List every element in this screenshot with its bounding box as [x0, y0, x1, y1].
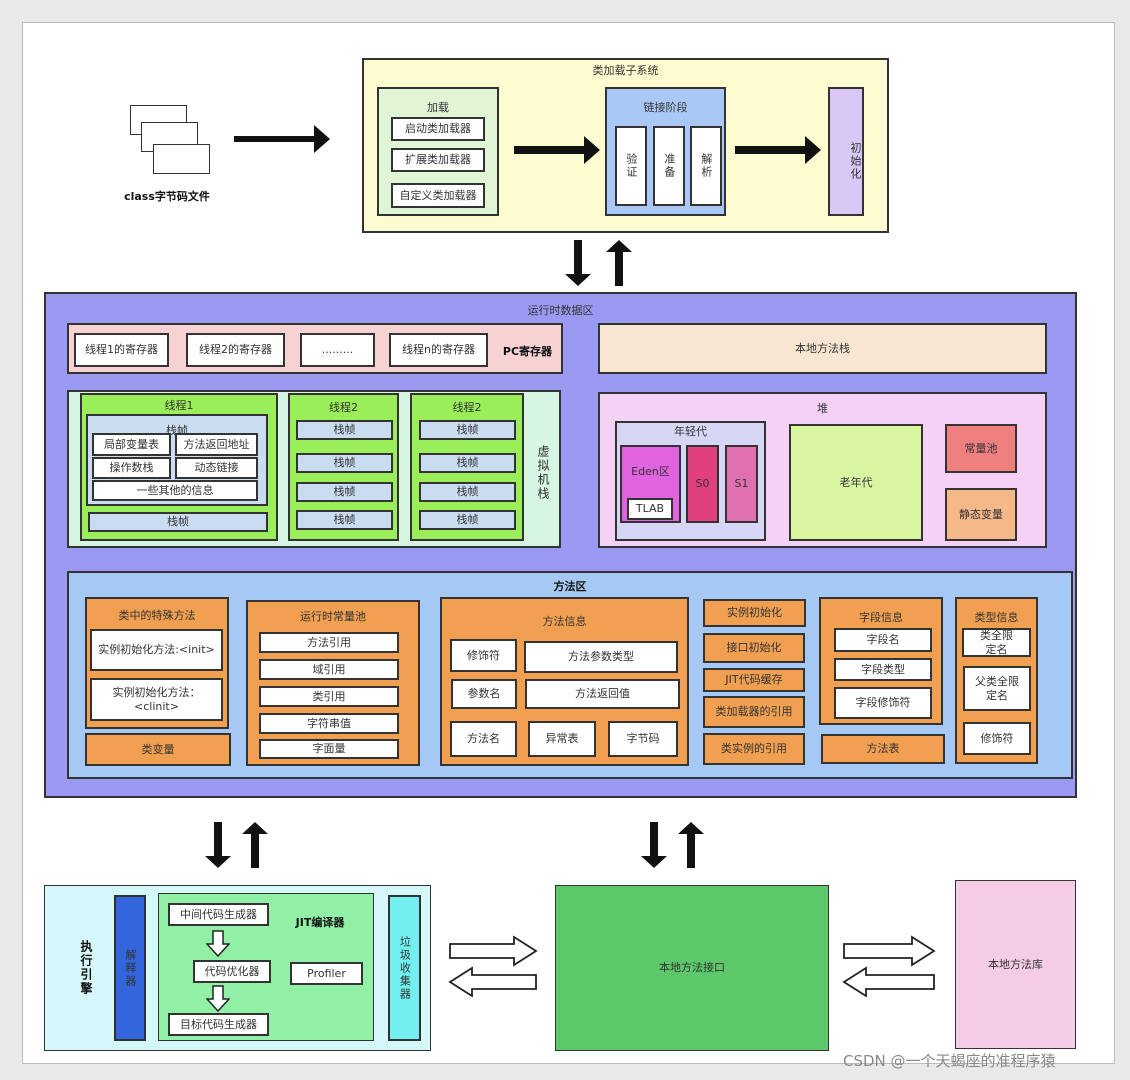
- param-types: 方法参数类型: [524, 641, 678, 673]
- extension-loader: 扩展类加载器: [391, 148, 485, 172]
- native-method-interface: 本地方法接口: [555, 885, 829, 1051]
- initialization: 初始化: [828, 87, 864, 216]
- native-method-stack: 本地方法栈: [598, 323, 1047, 374]
- survivor-s1: S1: [725, 445, 758, 523]
- runtime-title: 运行时数据区: [527, 304, 594, 317]
- ir-generator: 中间代码生成器: [168, 903, 269, 926]
- bootstrap-loader: 启动类加载器: [391, 117, 485, 141]
- vm-stack-label: 虚拟机栈: [536, 445, 550, 501]
- stack-frame: 栈帧: [419, 420, 516, 440]
- bidirectional-arrow-icon: [205, 822, 268, 868]
- watermark: CSDN @一个天蝎座的准程序猿: [843, 1052, 1056, 1070]
- return-value: 方法返回值: [525, 679, 680, 709]
- param-names: 参数名: [451, 679, 517, 709]
- literal: 字面量: [259, 739, 399, 759]
- field-type: 字段类型: [834, 658, 932, 681]
- bidirectional-arrow-icon: [565, 240, 632, 286]
- stack-frame: 栈帧: [88, 512, 268, 532]
- bytecode: 字节码: [608, 721, 678, 757]
- arrow-right-icon: [234, 125, 330, 153]
- type-info-title: 类型信息: [974, 611, 1019, 624]
- arrow-right-icon: [514, 136, 600, 164]
- pc-ellipsis: .........: [300, 333, 375, 367]
- other-info: 一些其他的信息: [92, 480, 258, 501]
- native-method-library: 本地方法库: [955, 880, 1076, 1049]
- method-area-title: 方法区: [553, 580, 587, 593]
- hollow-arrow-down-icon: [206, 985, 230, 1013]
- profiler: Profiler: [290, 962, 363, 985]
- exception-table: 异常表: [528, 721, 596, 757]
- method-ref: 方法引用: [259, 632, 399, 653]
- jit-compiler-title: JIT编译器: [295, 916, 345, 929]
- pc-thread1: 线程1的寄存器: [74, 333, 169, 367]
- clinit-method: 实例初始化方法：<clinit>: [90, 678, 223, 721]
- hollow-bidirectional-arrow-icon: [842, 935, 936, 997]
- classloader-ref: 类加载器的引用: [703, 696, 805, 728]
- return-address: 方法返回地址: [175, 433, 258, 456]
- class-instance-ref: 类实例的引用: [703, 733, 805, 765]
- loading-title: 加载: [427, 101, 449, 114]
- static-variables: 静态变量: [945, 488, 1017, 541]
- string-value: 字符串值: [259, 713, 399, 734]
- class-ref: 类引用: [259, 686, 399, 707]
- class-variables: 类变量: [85, 733, 231, 766]
- linking-title: 链接阶段: [643, 101, 688, 114]
- class-loader-title: 类加载子系统: [592, 64, 659, 77]
- stack-frame: 栈帧: [296, 453, 393, 473]
- init-method: 实例初始化方法:<init>: [90, 629, 223, 671]
- jit-code-cache: JIT代码缓存: [703, 668, 805, 692]
- method-info-title: 方法信息: [542, 615, 587, 628]
- dynamic-linking: 动态链接: [175, 457, 258, 479]
- stack-frame: 栈帧: [419, 453, 516, 473]
- heap-title: 堆: [817, 402, 828, 415]
- interface-init: 接口初始化: [703, 633, 805, 663]
- thread2-title: 线程2: [329, 401, 358, 414]
- stack-frame: 栈帧: [296, 482, 393, 502]
- verify: 验证: [615, 126, 647, 206]
- constant-pool: 常量池: [945, 424, 1017, 473]
- field-name: 字段名: [834, 628, 932, 652]
- field-info-title: 字段信息: [859, 611, 903, 624]
- class-qualified-name: 类全限定名: [962, 628, 1031, 657]
- tlab: TLAB: [627, 498, 673, 520]
- code-optimizer: 代码优化器: [193, 960, 271, 983]
- special-methods-title: 类中的特殊方法: [118, 609, 196, 622]
- pc-thread2: 线程2的寄存器: [186, 333, 285, 367]
- hollow-bidirectional-arrow-icon: [448, 935, 538, 997]
- execution-engine-label: 执行引擎: [79, 940, 93, 996]
- target-code-generator: 目标代码生成器: [168, 1013, 269, 1036]
- modifier: 修饰符: [450, 639, 517, 672]
- custom-loader: 自定义类加载器: [391, 183, 485, 208]
- type-modifier: 修饰符: [963, 722, 1031, 755]
- old-generation: 老年代: [789, 424, 923, 541]
- garbage-collector: 垃圾收集器: [388, 895, 421, 1041]
- field-ref: 域引用: [259, 659, 399, 680]
- method-table: 方法表: [821, 734, 945, 764]
- hollow-arrow-down-icon: [206, 930, 230, 958]
- stack-frame: 栈帧: [296, 420, 393, 440]
- stack-frame: 栈帧: [296, 510, 393, 530]
- instance-init: 实例初始化: [703, 599, 806, 627]
- resolve: 解析: [690, 126, 722, 206]
- parent-qualified-name: 父类全限定名: [963, 666, 1031, 711]
- local-variable-table: 局部变量表: [92, 433, 171, 456]
- survivor-s0: S0: [686, 445, 719, 523]
- interpreter: 解释器: [114, 895, 146, 1041]
- thread3-title: 线程2: [452, 401, 482, 414]
- method-name: 方法名: [450, 721, 517, 757]
- stack-frame: 栈帧: [419, 482, 516, 502]
- young-title: 年轻代: [674, 425, 707, 438]
- pc-register-label: PC寄存器: [502, 345, 553, 358]
- field-modifier: 字段修饰符: [834, 687, 932, 719]
- class-file-label: class字节码文件: [124, 190, 210, 203]
- thread1-title: 线程1: [164, 399, 194, 412]
- arrow-right-icon: [735, 136, 821, 164]
- bidirectional-arrow-icon: [641, 822, 704, 868]
- rt-pool-title: 运行时常量池: [300, 610, 366, 623]
- pc-thread-n: 线程n的寄存器: [389, 333, 488, 367]
- operand-stack: 操作数栈: [92, 457, 171, 479]
- prepare: 准备: [653, 126, 685, 206]
- stack-frame: 栈帧: [419, 510, 516, 530]
